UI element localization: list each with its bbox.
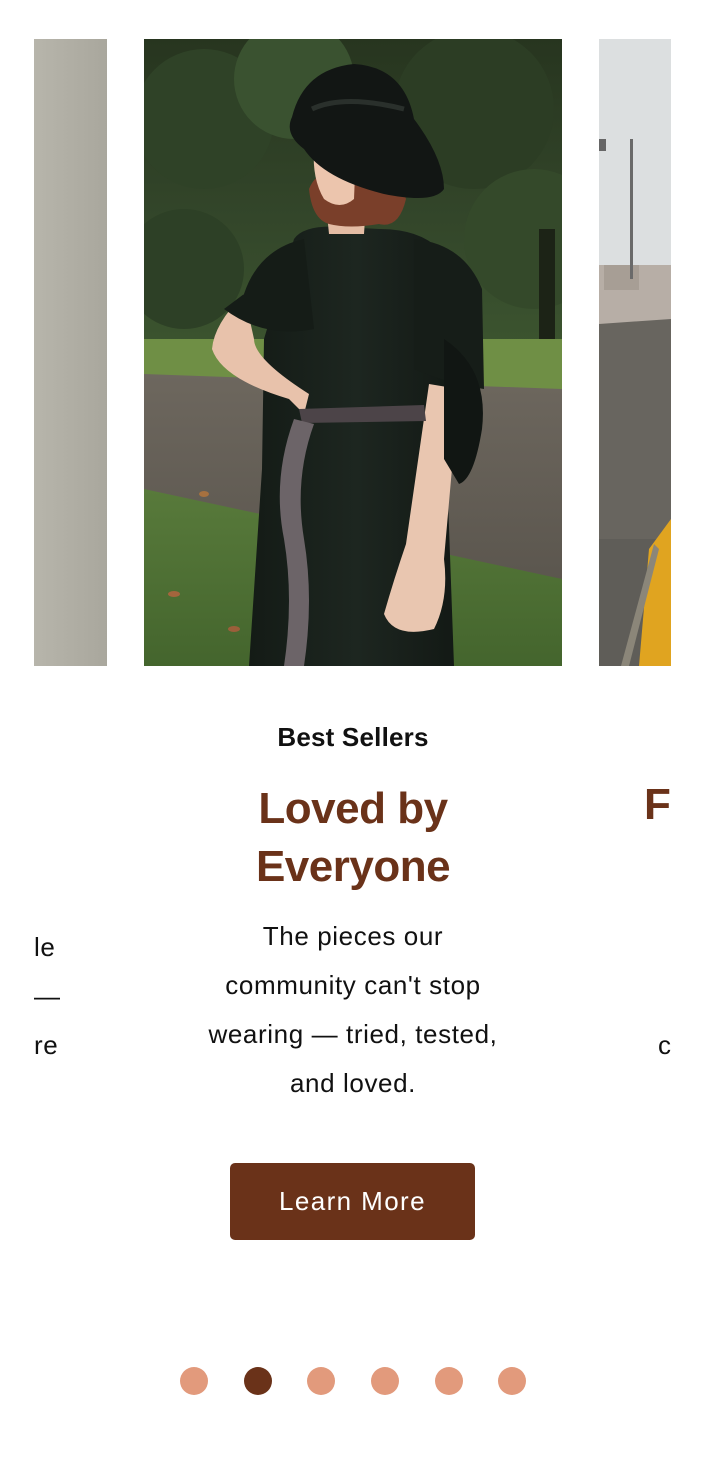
slide-prev-image[interactable] bbox=[34, 39, 107, 666]
learn-more-button[interactable]: Learn More bbox=[230, 1163, 475, 1240]
pagination-dot-6[interactable] bbox=[498, 1367, 526, 1395]
slide-active: Best Sellers Loved by Everyone The piece… bbox=[144, 0, 562, 1300]
pagination-dot-4[interactable] bbox=[371, 1367, 399, 1395]
slide-next-headline: F bbox=[644, 780, 671, 829]
slide-prev-text: le — re bbox=[34, 680, 108, 1140]
wall-photo bbox=[34, 39, 107, 666]
pagination-dot-3[interactable] bbox=[307, 1367, 335, 1395]
slide-prev-description: le — re bbox=[34, 932, 61, 1060]
slide-next-text: F c bbox=[599, 680, 671, 1140]
slide-headline: Loved by Everyone bbox=[255, 784, 451, 891]
carousel[interactable]: le — re Best Sellers Loved by Everyone T… bbox=[0, 0, 706, 1480]
pagination-dot-1[interactable] bbox=[180, 1367, 208, 1395]
pagination-dot-2[interactable] bbox=[244, 1367, 272, 1395]
slide-next-description: c bbox=[658, 1030, 671, 1060]
street-photo bbox=[599, 39, 671, 666]
slide-eyebrow: Best Sellers bbox=[277, 722, 429, 752]
slide-next-image[interactable] bbox=[599, 39, 671, 666]
carousel-pagination bbox=[180, 1367, 526, 1395]
slide-description: The pieces our community can't stop wear… bbox=[208, 921, 498, 1098]
pagination-dot-5[interactable] bbox=[435, 1367, 463, 1395]
